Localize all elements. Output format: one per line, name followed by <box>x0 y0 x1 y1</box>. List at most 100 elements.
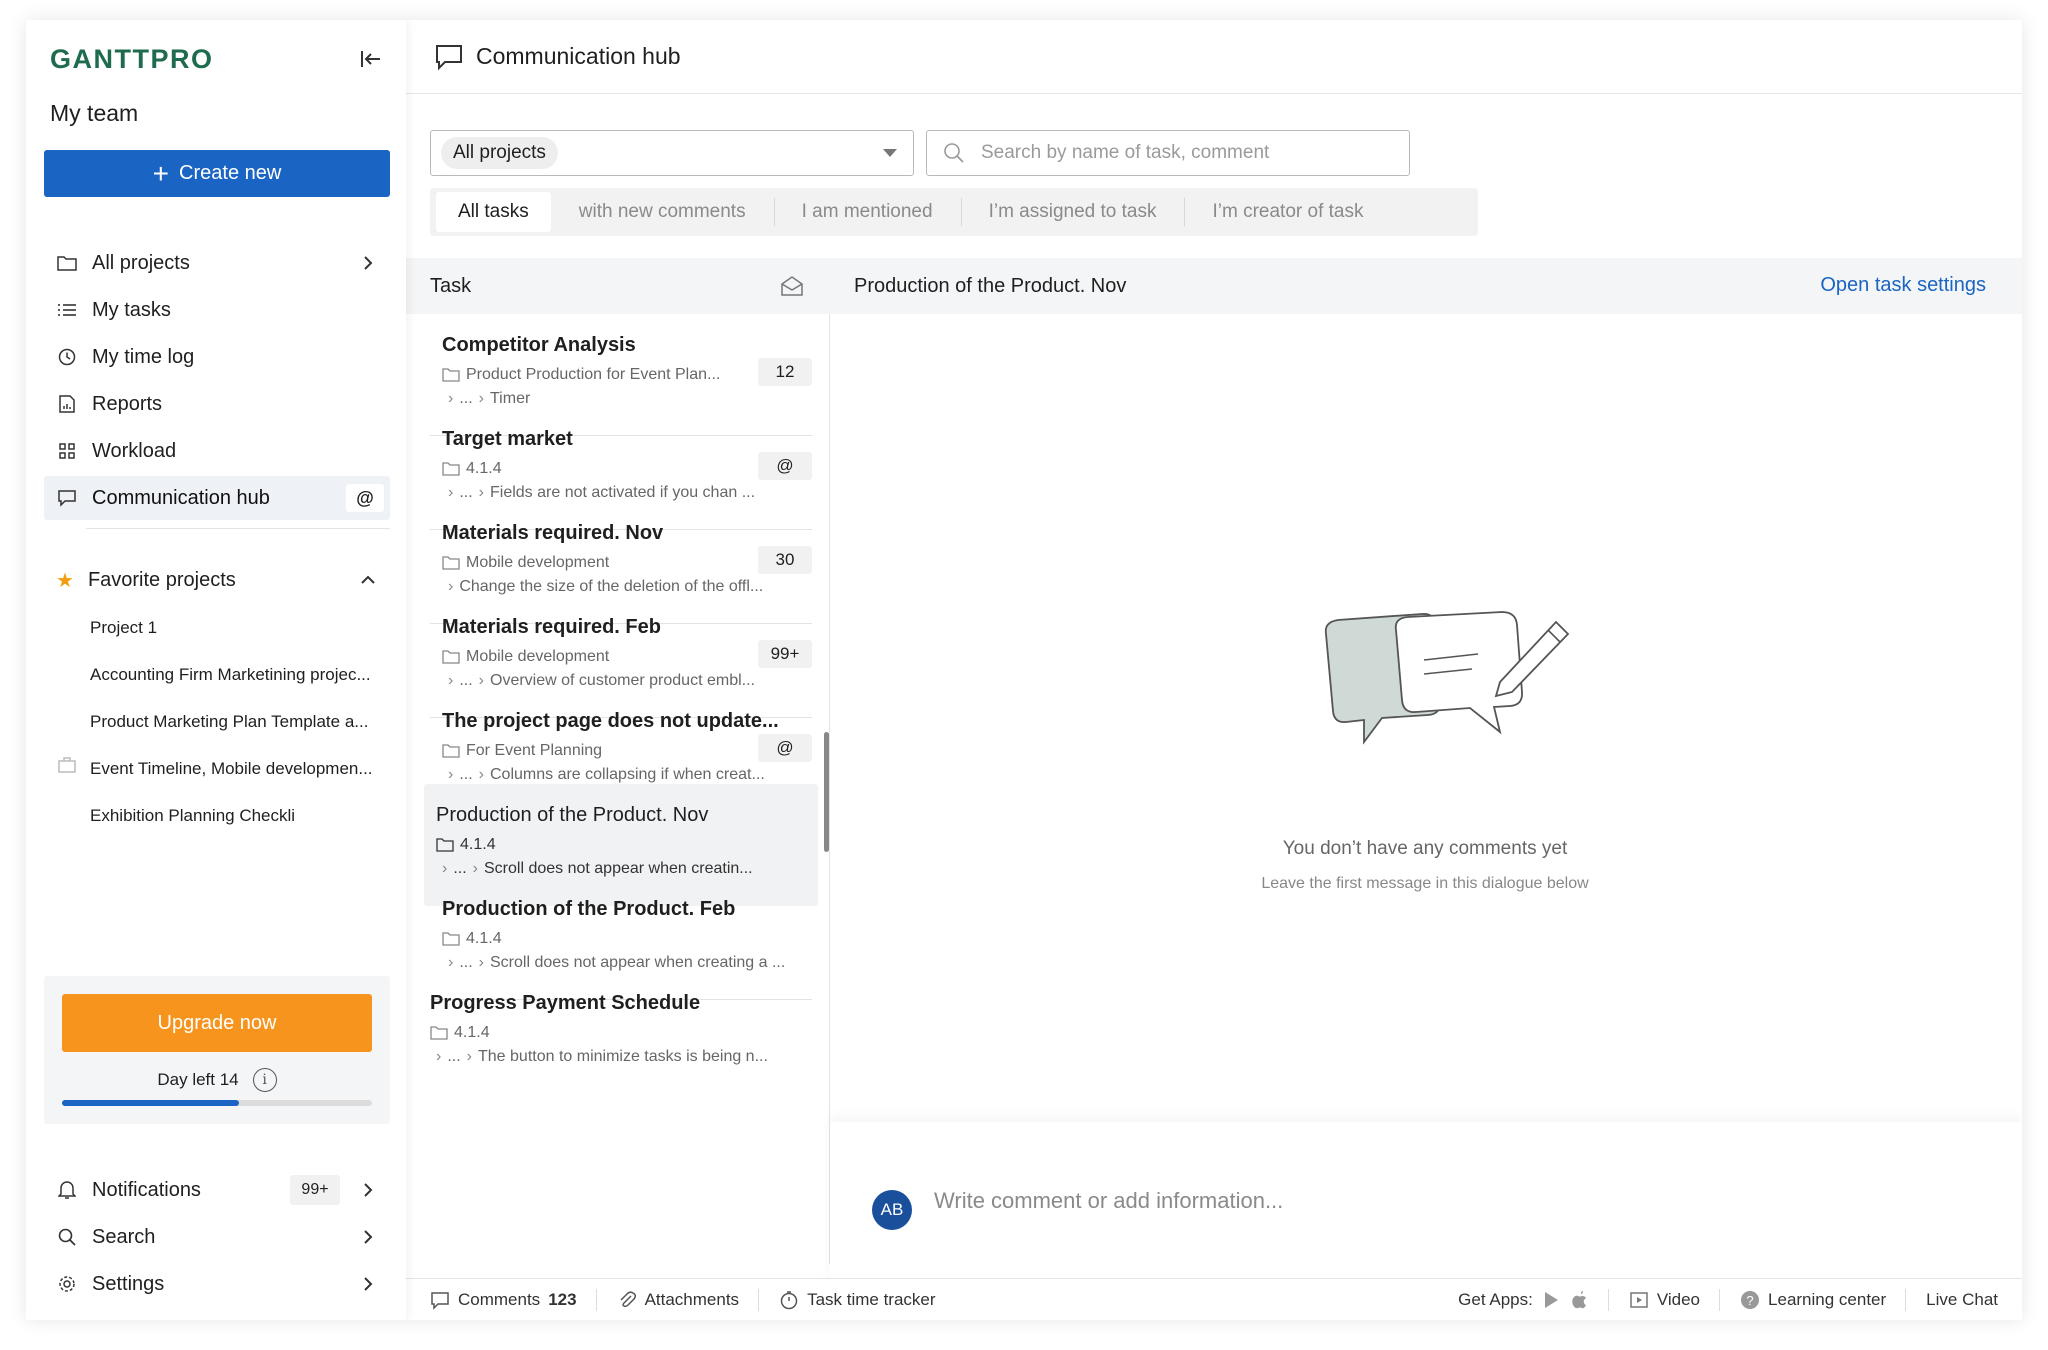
favorite-project-item[interactable]: Exhibition Planning Checkli <box>90 806 295 826</box>
task-detail-title: Production of the Product. Nov <box>854 274 1127 297</box>
task-project: Mobile development <box>442 554 609 572</box>
task-column-label: Task <box>430 274 472 297</box>
learning-center-label: Learning center <box>1768 1290 1887 1309</box>
search-input[interactable] <box>981 142 1381 164</box>
paperclip-icon <box>620 1290 636 1307</box>
get-apps-footer-item: Get Apps: <box>1438 1279 1609 1320</box>
task-title: Materials required. Nov <box>442 522 664 544</box>
favorite-projects-toggle[interactable]: ★ Favorite projects <box>44 560 390 600</box>
create-new-label: Create new <box>179 162 282 184</box>
sidebar-item-notifications[interactable]: Notifications 99+ <box>44 1170 390 1210</box>
sidebar-item-search[interactable]: Search <box>44 1217 390 1257</box>
sidebar-item-workload[interactable]: Workload <box>44 429 390 473</box>
task-title: Competitor Analysis <box>442 334 636 356</box>
folder-icon <box>442 556 460 570</box>
sidebar-item-my-tasks[interactable]: My tasks <box>44 288 390 332</box>
collapse-sidebar-icon[interactable] <box>356 44 386 74</box>
folder-icon <box>442 650 460 664</box>
avatar: AB <box>872 1190 912 1230</box>
task-breadcrumb-text: Scroll does not appear when creatin... <box>484 860 753 877</box>
learning-center-footer-item[interactable]: ? Learning center <box>1720 1279 1907 1320</box>
comment-count-badge: 12 <box>758 358 812 386</box>
comment-count-badge: 99+ <box>758 640 812 668</box>
task-title: Target market <box>442 428 573 450</box>
task-breadcrumb: ›... › The button to minimize tasks is bei… <box>436 1048 768 1065</box>
folder-icon <box>442 932 460 946</box>
sidebar-item-my-time-log[interactable]: My time log <box>44 335 390 379</box>
sidebar-item-label: Reports <box>92 392 163 415</box>
main-content: Communication hub All projects All tasks… <box>406 20 2022 1320</box>
task-title: Progress Payment Schedule <box>430 992 701 1014</box>
live-chat-footer-item[interactable]: Live Chat <box>1906 1279 2022 1320</box>
open-task-settings-link[interactable]: Open task settings <box>1820 274 1986 297</box>
comments-footer-item[interactable]: Comments 123 <box>406 1279 597 1321</box>
sidebar-item-all-projects[interactable]: All projects <box>44 241 390 285</box>
sidebar-item-label: My tasks <box>92 298 171 321</box>
mark-read-envelope-icon[interactable] <box>780 275 804 297</box>
filter-tabs: All tasks with new comments I am mention… <box>430 188 1478 236</box>
info-icon[interactable]: i <box>252 1068 277 1092</box>
mention-badge: @ <box>758 452 812 480</box>
trial-progress-fill <box>62 1100 239 1106</box>
task-project: Mobile development <box>442 648 609 666</box>
task-breadcrumb-text: The button to minimize tasks is being n.… <box>478 1048 768 1065</box>
favorite-project-item[interactable]: Accounting Firm Marketining projec... <box>90 665 371 685</box>
footer-bar: Comments 123 Attachments Task time tracke… <box>406 1278 2022 1320</box>
sidebar-item-settings[interactable]: Settings <box>44 1264 390 1304</box>
chevron-right-icon <box>364 1183 373 1197</box>
apple-icon[interactable] <box>1569 1290 1589 1310</box>
tab-assigned[interactable]: I’m assigned to task <box>960 188 1185 236</box>
list-item[interactable]: Progress Payment Schedule 4.1.4 ›... › The… <box>418 972 800 1094</box>
task-project-name: Mobile development <box>466 648 610 665</box>
chevron-right-icon <box>364 1230 373 1244</box>
tab-all-tasks[interactable]: All tasks <box>436 192 551 232</box>
task-project-name: 4.1.4 <box>466 930 502 947</box>
task-project: 4.1.4 <box>442 930 502 948</box>
time-tracker-label: Task time tracker <box>807 1289 936 1309</box>
tab-creator[interactable]: I’m creator of task <box>1184 188 1391 236</box>
crumb-ellipsis: ... <box>459 390 473 407</box>
sidebar-item-label: Settings <box>92 1272 165 1295</box>
sidebar-item-label: Workload <box>92 439 177 462</box>
tab-mentioned[interactable]: I am mentioned <box>773 188 961 236</box>
star-icon: ★ <box>56 569 74 592</box>
clock-icon <box>56 346 78 368</box>
upgrade-now-button[interactable]: Upgrade now <box>62 994 372 1052</box>
sidebar-item-reports[interactable]: Reports <box>44 382 390 426</box>
task-breadcrumb-text: Scroll does not appear when creating a .… <box>490 954 786 971</box>
folder-icon <box>436 838 454 852</box>
project-select[interactable]: All projects <box>430 130 914 176</box>
sidebar-item-label: Notifications <box>92 1178 201 1201</box>
crumb-ellipsis: ... <box>453 860 467 877</box>
crumb-ellipsis: ... <box>459 484 473 501</box>
svg-text:?: ? <box>1746 1293 1753 1308</box>
attachments-footer-item[interactable]: Attachments <box>597 1279 760 1321</box>
task-project: Product Production for Event Plan... <box>442 366 720 384</box>
chevron-up-icon <box>361 575 375 584</box>
crumb-ellipsis: ... <box>459 672 473 689</box>
comment-input[interactable] <box>934 1188 1834 1214</box>
favorite-project-item[interactable]: Project 1 <box>90 618 157 638</box>
app-window: GANTTPRO My team + Create new All project… <box>26 20 2022 1320</box>
time-tracker-footer-item[interactable]: Task time tracker <box>759 1279 955 1321</box>
sidebar-item-label: All projects <box>92 251 190 274</box>
comment-count-badge: 30 <box>758 546 812 574</box>
task-breadcrumb: ›... › Scroll does not appear when creatin… <box>442 860 753 877</box>
notifications-count-badge: 99+ <box>290 1175 340 1205</box>
tab-new-comments[interactable]: with new comments <box>551 188 774 236</box>
list-scrollbar[interactable] <box>824 732 829 852</box>
help-circle-icon: ? <box>1741 1291 1760 1309</box>
create-new-button[interactable]: + Create new <box>44 150 390 197</box>
favorite-project-item[interactable]: Event Timeline, Mobile developmen... <box>90 759 373 779</box>
task-project-name: 4.1.4 <box>454 1024 490 1041</box>
task-project-name: Product Production for Event Plan... <box>466 366 721 383</box>
task-breadcrumb: ›... › Scroll does not appear when creatin… <box>448 954 786 971</box>
favorite-project-item[interactable]: Product Marketing Plan Template a... <box>90 712 368 732</box>
task-breadcrumb-text: Timer <box>490 390 531 407</box>
google-play-icon[interactable] <box>1541 1290 1561 1310</box>
sidebar-item-communication-hub[interactable]: Communication hub @ <box>44 476 390 520</box>
folder-icon <box>430 1026 448 1040</box>
task-breadcrumb-text: Columns are collapsing if when creat... <box>490 766 765 783</box>
briefcase-icon <box>58 757 76 773</box>
video-footer-item[interactable]: Video <box>1609 1279 1721 1320</box>
